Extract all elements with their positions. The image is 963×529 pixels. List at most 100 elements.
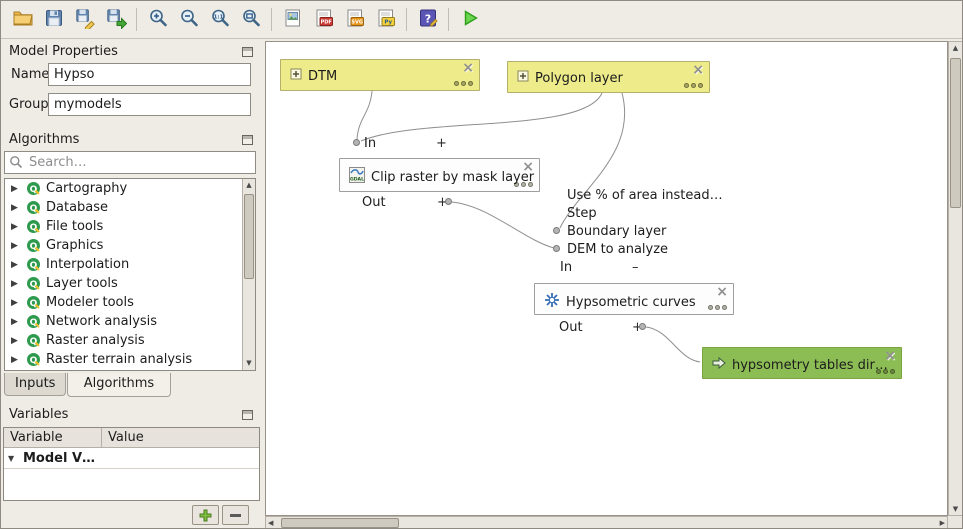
node-expand-dots[interactable]	[684, 83, 703, 88]
svg-text:?: ?	[424, 12, 430, 25]
delete-node-icon[interactable]: ×	[522, 160, 534, 174]
socket-boundary-layer[interactable]	[553, 227, 560, 234]
save-model-as-button[interactable]	[69, 5, 100, 34]
algo-tree-item-file-tools[interactable]: ▶QFile tools	[5, 217, 255, 236]
float-panel-icon[interactable]	[242, 410, 253, 420]
svg-text:Q: Q	[30, 299, 38, 309]
algo-tree-item-graphics[interactable]: ▶QGraphics	[5, 236, 255, 255]
collapse-in-ports-toggle[interactable]: –	[632, 260, 639, 275]
horizontal-scrollbar-thumb[interactable]	[281, 518, 399, 528]
socket-clip-in[interactable]	[353, 139, 360, 146]
algo-tree-item-database[interactable]: ▶QDatabase	[5, 198, 255, 217]
save-as-icon	[74, 7, 96, 33]
algorithm-search	[4, 151, 256, 174]
delete-node-icon[interactable]: ×	[692, 63, 704, 77]
node-expand-dots[interactable]	[454, 81, 473, 86]
tree-scrollbar[interactable]: ▲ ▼	[242, 179, 255, 370]
canvas-horizontal-scrollbar[interactable]: ◀ ▶	[265, 516, 948, 529]
gdal-icon: GDAL	[349, 167, 365, 187]
node-expand-dots[interactable]	[514, 182, 533, 187]
node-label: DTM	[308, 69, 337, 84]
edit-model-help-button[interactable]: ?	[412, 5, 443, 34]
svg-text:Py: Py	[384, 19, 392, 25]
algorithm-tree: ▶QCartography ▶QDatabase ▶QFile tools ▶Q…	[4, 178, 256, 371]
svg-text:Q: Q	[30, 204, 38, 214]
node-expand-dots[interactable]	[708, 305, 727, 310]
expander-icon[interactable]: ▼	[8, 454, 18, 463]
expander-icon[interactable]: ▶	[11, 260, 21, 270]
algo-tree-item-interpolation[interactable]: ▶QInterpolation	[5, 255, 255, 274]
node-label: Polygon layer	[535, 71, 623, 86]
export-pdf-button[interactable]: PDF	[308, 5, 339, 34]
delete-node-icon[interactable]: ×	[884, 349, 896, 363]
minus-icon	[229, 509, 242, 522]
tab-inputs[interactable]: Inputs	[4, 373, 66, 396]
run-model-button[interactable]	[454, 5, 485, 34]
algo-tree-item-layer-tools[interactable]: ▶QLayer tools	[5, 274, 255, 293]
model-group-input[interactable]	[48, 93, 251, 116]
save-model-button[interactable]	[38, 5, 69, 34]
delete-node-icon[interactable]: ×	[716, 285, 728, 299]
model-node-output-hypsometry-tables[interactable]: hypsometry tables dir… ×	[702, 347, 902, 379]
variables-group-row[interactable]: ▼ Model V…	[4, 448, 259, 469]
expander-icon[interactable]: ▶	[11, 336, 21, 346]
float-panel-icon[interactable]	[242, 47, 253, 57]
provider-icon: Q	[26, 257, 41, 272]
expander-icon[interactable]: ▶	[11, 355, 21, 365]
export-script-button[interactable]: Py	[370, 5, 401, 34]
save-model-in-project-button[interactable]	[100, 5, 131, 34]
model-node-hypsometric-curves[interactable]: Hypsometric curves ×	[534, 283, 734, 315]
scroll-right-icon[interactable]: ▶	[940, 517, 945, 529]
remove-variable-button[interactable]	[222, 505, 249, 525]
expander-icon[interactable]: ▶	[11, 279, 21, 289]
column-value[interactable]: Value	[102, 428, 144, 447]
zoom-actual-button[interactable]: 1:1	[204, 5, 235, 34]
model-node-dtm[interactable]: DTM ×	[280, 59, 480, 91]
column-variable[interactable]: Variable	[4, 428, 102, 447]
export-svg-button[interactable]: SVG	[339, 5, 370, 34]
zoom-in-button[interactable]	[142, 5, 173, 34]
socket-hypsometric-out[interactable]	[639, 323, 646, 330]
model-node-polygon-layer[interactable]: Polygon layer ×	[507, 61, 710, 93]
tree-scrollbar-thumb[interactable]	[244, 194, 254, 279]
delete-node-icon[interactable]: ×	[462, 61, 474, 75]
scroll-down-icon[interactable]: ▼	[949, 505, 962, 513]
expander-icon[interactable]: ▶	[11, 298, 21, 308]
model-canvas[interactable]: DTM × Polygon layer × In + GDALClip rast…	[265, 41, 948, 516]
svg-text:Q: Q	[30, 337, 38, 347]
group-label: Group	[9, 93, 49, 116]
algo-tree-item-network-analysis[interactable]: ▶QNetwork analysis	[5, 312, 255, 331]
algo-tree-label: Modeler tools	[46, 295, 134, 310]
expander-icon[interactable]: ▶	[11, 317, 21, 327]
tab-algorithms[interactable]: Algorithms	[67, 373, 171, 397]
variables-table-header: Variable Value	[4, 428, 259, 448]
float-panel-icon[interactable]	[242, 135, 253, 145]
algo-tree-item-raster-analysis[interactable]: ▶QRaster analysis	[5, 331, 255, 350]
expander-icon[interactable]: ▶	[11, 222, 21, 232]
canvas-vertical-scrollbar[interactable]: ▲ ▼	[948, 41, 963, 516]
expand-in-ports-toggle[interactable]: +	[436, 136, 447, 151]
zoom-full-button[interactable]	[235, 5, 266, 34]
expander-icon[interactable]: ▶	[11, 203, 21, 213]
scroll-up-icon[interactable]: ▲	[243, 179, 255, 192]
scroll-left-icon[interactable]: ◀	[268, 517, 273, 529]
algo-tree-item-modeler-tools[interactable]: ▶ Q Modeler tools	[5, 293, 255, 312]
node-expand-dots[interactable]	[876, 369, 895, 374]
algo-tree-item-raster-terrain-analysis[interactable]: ▶QRaster terrain analysis	[5, 350, 255, 369]
model-name-input[interactable]	[48, 63, 251, 86]
open-model-button[interactable]	[7, 5, 38, 34]
expander-icon[interactable]: ▶	[11, 184, 21, 194]
model-node-clip-raster[interactable]: GDALClip raster by mask layer ×	[339, 158, 540, 192]
zoom-out-button[interactable]	[173, 5, 204, 34]
variables-panel-title: Variables	[9, 407, 68, 422]
scroll-down-icon[interactable]: ▼	[243, 357, 255, 370]
expander-icon[interactable]: ▶	[11, 241, 21, 251]
scroll-up-icon[interactable]: ▲	[949, 44, 962, 52]
add-variable-button[interactable]	[192, 505, 219, 525]
vertical-scrollbar-thumb[interactable]	[950, 58, 961, 208]
algo-tree-item-cartography[interactable]: ▶QCartography	[5, 179, 255, 198]
socket-dem-to-analyze[interactable]	[553, 245, 560, 252]
search-input[interactable]	[4, 151, 256, 174]
socket-clip-out[interactable]	[445, 198, 452, 205]
export-image-button[interactable]	[277, 5, 308, 34]
